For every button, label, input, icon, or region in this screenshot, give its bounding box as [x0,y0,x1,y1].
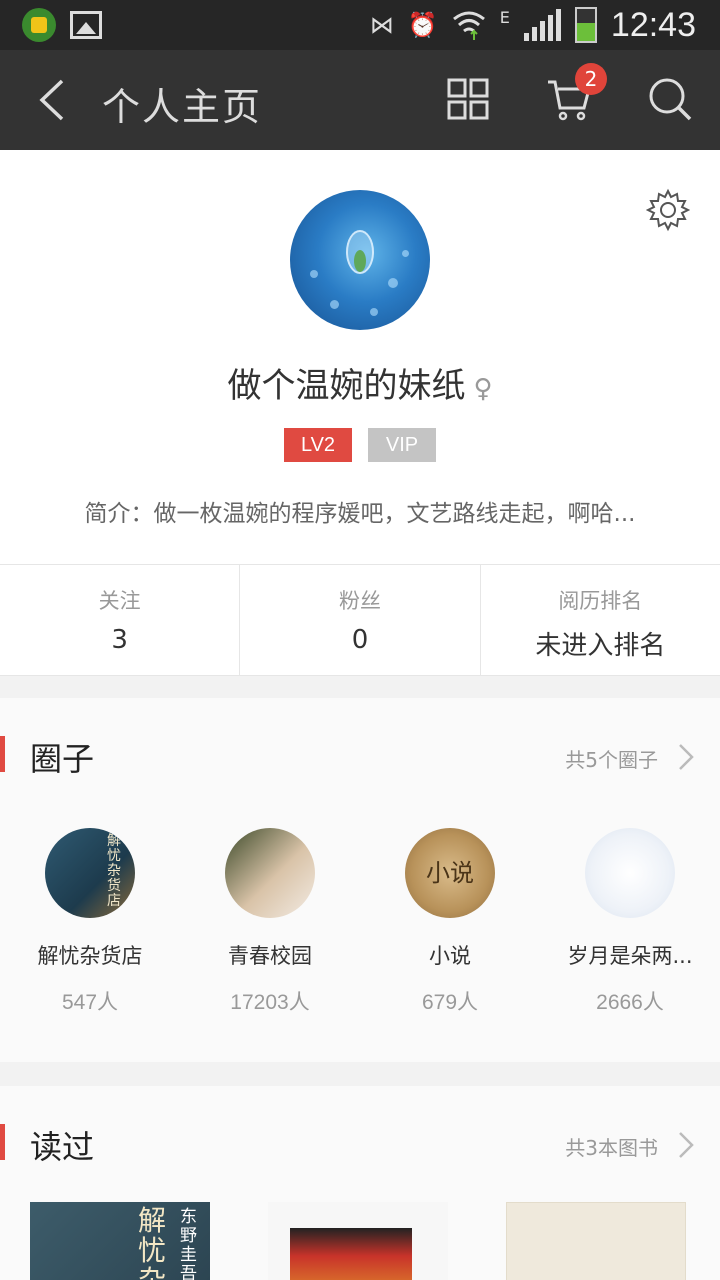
section-marker [0,736,5,772]
vip-badge: VIP [368,428,436,462]
user-intro: 简介：做一枚温婉的程序媛吧，文艺路线走起，啊哈... [84,501,636,527]
circle-item[interactable]: 岁月是朵两... 2666人 [540,828,720,1016]
user-avatar[interactable] [290,190,430,330]
username: 做个温婉的妹纸 ♀ [0,358,720,407]
section-title: 圈子 [30,740,95,778]
book-cover-title: 解忧杂货 [138,1204,167,1280]
book-cover[interactable]: 解忧杂货 东野圭吾 [30,1202,210,1280]
circle-member-count: 547人 [61,991,119,1014]
read-books-section: 读过 共3本图书 解忧杂货 东野圭吾 [0,1086,720,1280]
network-type-label: E [499,8,510,27]
chevron-right-icon[interactable] [676,742,696,772]
stat-value: 未进入排名 [535,631,666,661]
circle-cover-image [585,828,675,918]
stat-label: 阅历排名 [558,589,643,613]
user-badges: LV2 VIP [0,428,720,462]
app-notification-icon [22,8,56,42]
settings-gear-icon[interactable] [646,188,690,232]
circle-member-count: 679人 [421,991,479,1014]
circle-cover-image [225,828,315,918]
circle-name: 青春校园 [228,944,312,968]
profile-header: 做个温婉的妹纸 ♀ LV2 VIP 简介：做一枚温婉的程序媛吧，文艺路线走起，啊哈… [0,150,720,564]
cart-count-badge: 2 [575,63,607,95]
book-cover-image [290,1228,412,1280]
circles-more-link[interactable]: 共5个圈子 [565,744,658,773]
book-cover-author: 东野圭吾 [180,1207,197,1280]
status-bar: ⋈ ⏰ E 12:43 [0,0,720,50]
nfc-icon: ⋈ [369,11,394,39]
circle-cover-image: 小说 [405,828,495,918]
bookshelf-grid-icon[interactable] [446,77,490,121]
circle-member-count: 2666人 [596,991,664,1014]
circle-cover-text: 解忧杂货店 [107,833,121,909]
section-marker [0,1124,5,1160]
level-badge: LV2 [284,428,352,462]
stat-value: 0 [351,625,369,655]
signal-strength-icon [523,9,561,41]
battery-icon [574,7,597,43]
gender-female-icon: ♀ [473,374,493,404]
user-stats: 关注 3 粉丝 0 阅历排名 未进入排名 [0,564,720,676]
section-title: 读过 [30,1128,95,1166]
circle-cover-image: 解忧杂货店 [45,828,135,918]
circle-name: 小说 [429,944,471,968]
back-arrow-icon[interactable] [36,78,80,122]
stat-following[interactable]: 关注 3 [0,565,241,675]
page-title: 个人主页 [102,85,263,129]
wifi-icon [452,11,485,40]
stat-label: 关注 [98,589,141,613]
stat-label: 粉丝 [338,589,381,613]
stat-value: 3 [111,625,128,655]
circle-member-count: 17203人 [230,991,310,1014]
status-clock: 12:43 [610,5,696,44]
circle-item[interactable]: 小说 小说 679人 [360,828,540,1016]
top-nav-bar: 个人主页 [0,50,720,150]
circle-list: 解忧杂货店 解忧杂货店 547人 青春校园 17203人 小说 小说 679人 … [0,828,720,1016]
alarm-icon: ⏰ [407,11,438,39]
circle-item[interactable]: 青春校园 17203人 [180,828,360,1016]
book-cover[interactable] [506,1202,686,1280]
books-more-link[interactable]: 共3本图书 [565,1132,658,1161]
book-list: 解忧杂货 东野圭吾 [30,1202,686,1280]
chevron-right-icon[interactable] [676,1130,696,1160]
stat-followers[interactable]: 粉丝 0 [240,565,481,675]
search-icon[interactable] [648,77,692,121]
circles-section: 圈子 共5个圈子 解忧杂货店 解忧杂货店 547人 青春校园 17203人 小说… [0,698,720,1062]
stat-reading-rank[interactable]: 阅历排名 未进入排名 [481,565,720,675]
circle-cover-text: 小说 [426,859,474,887]
username-text: 做个温婉的妹纸 [227,366,466,406]
book-cover[interactable] [268,1202,448,1280]
circle-item[interactable]: 解忧杂货店 解忧杂货店 547人 [0,828,180,1016]
circle-name: 解忧杂货店 [37,944,143,968]
gallery-notification-icon [70,11,102,39]
circle-name: 岁月是朵两... [567,944,693,968]
